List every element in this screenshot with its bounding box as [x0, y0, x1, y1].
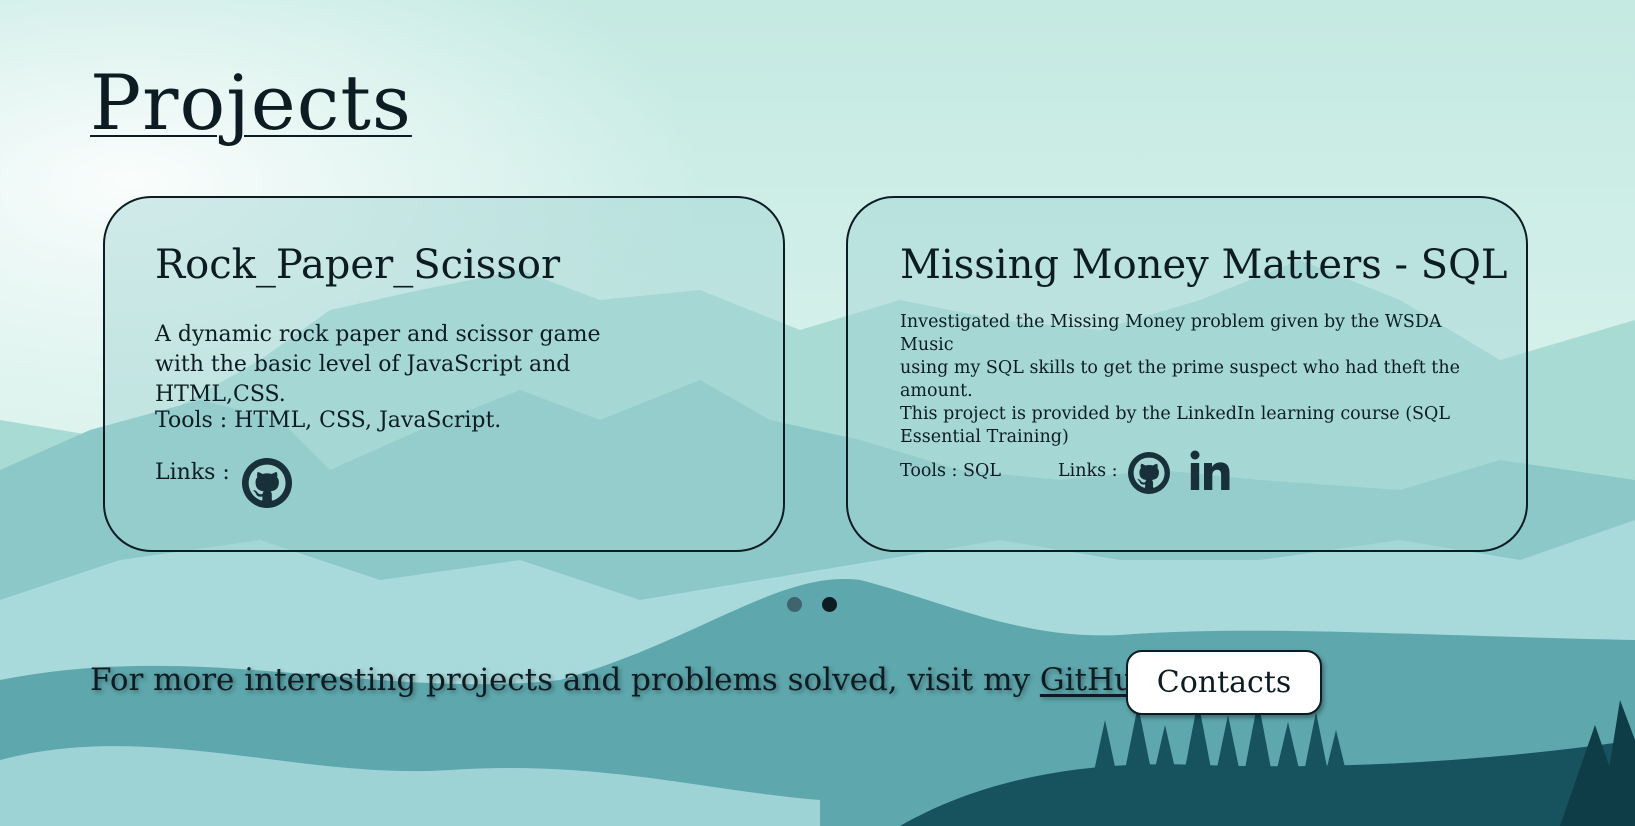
carousel-dot[interactable] [787, 597, 802, 612]
project-links-label: Links : [155, 460, 230, 485]
github-icon[interactable] [1128, 452, 1170, 494]
project-tools: Tools : HTML, CSS, JavaScript. [155, 408, 502, 433]
project-title: Rock_Paper_Scissor [155, 242, 561, 288]
description-line: amount. [900, 381, 973, 401]
description-line: Essential Training) [900, 427, 1069, 447]
project-links-label: Links : [1058, 461, 1118, 481]
footer-message: For more interesting projects and proble… [90, 662, 1040, 698]
project-card-rock-paper-scissor: Rock_Paper_Scissor A dynamic rock paper … [103, 196, 785, 552]
project-tools: Tools : SQL [900, 461, 1001, 481]
project-card-missing-money: Missing Money Matters - SQL Investigated… [846, 196, 1528, 552]
project-description: A dynamic rock paper and scissor game wi… [155, 322, 601, 407]
description-line: Investigated the Missing Money problem g… [900, 312, 1442, 355]
footer-text: For more interesting projects and proble… [90, 662, 1154, 698]
linkedin-icon[interactable] [1190, 450, 1230, 492]
github-icon[interactable] [242, 458, 292, 508]
description-line: using my SQL skills to get the prime sus… [900, 358, 1460, 378]
description-line: This project is provided by the LinkedIn… [900, 404, 1451, 424]
page-title: Projects [90, 58, 412, 147]
project-title: Missing Money Matters - SQL [900, 242, 1508, 288]
contacts-button[interactable]: Contacts [1126, 650, 1322, 715]
project-description: Investigated the Missing Money problem g… [900, 311, 1470, 449]
carousel-dot-active[interactable] [822, 597, 837, 612]
